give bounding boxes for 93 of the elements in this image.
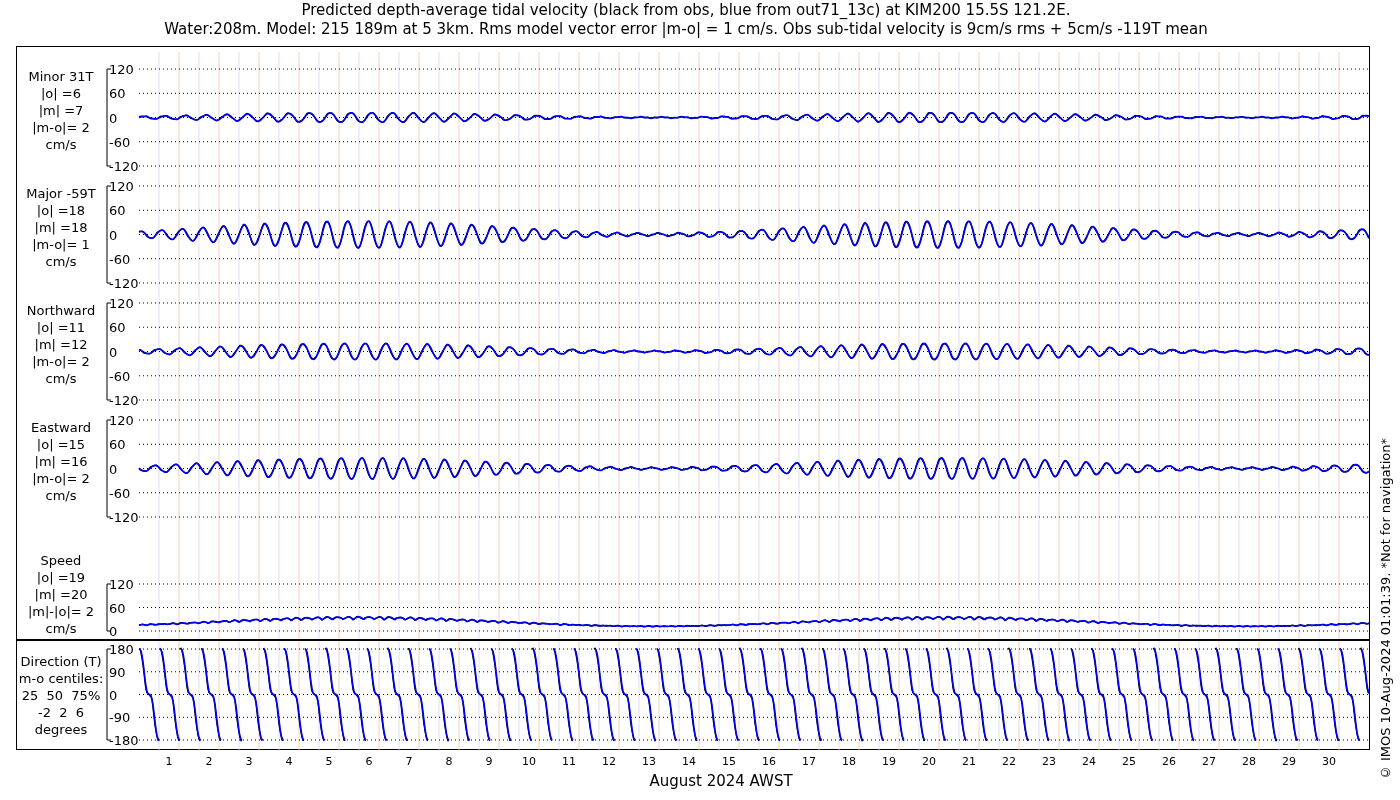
panel-label-line: m-o centiles: [18, 669, 104, 687]
y-tick-label: -90 [109, 710, 131, 726]
x-tick-label: 29 [1282, 755, 1296, 768]
y-tick-label: 90 [109, 664, 126, 680]
panel-label-line: Northward [26, 302, 96, 319]
x-tick-label: 13 [642, 755, 656, 768]
panel-label-line: Minor 31T [28, 68, 94, 85]
panel-label-line: Major -59T [26, 185, 96, 202]
x-tick-label: 6 [365, 755, 373, 768]
y-tick-label: 120 [109, 577, 134, 592]
x-tick-label: 23 [1042, 755, 1056, 768]
x-tick-label: 8 [445, 755, 453, 768]
panel-label-line: -2 2 6 [37, 703, 84, 721]
y-tick-label: 0 [109, 687, 118, 703]
panel-label-line: Eastward [31, 419, 91, 436]
panel-label-line: cm/s [45, 136, 77, 153]
panel-label-line: |o| =18 [36, 202, 86, 219]
x-tick-label: 21 [962, 755, 976, 768]
x-tick-label: 20 [922, 755, 936, 768]
y-tick-label: 180 [109, 642, 134, 657]
y-tick-label: 120 [109, 296, 134, 311]
chart-title: Water:208m. Model: 215 189m at 5 3km. Rms model vector error |m-o| = 1 cm/s. Obs sub-tidal velocity is 9cm/s rms + 5cm/s -119T mean [164, 20, 1208, 39]
x-tick-label: 15 [722, 755, 736, 768]
y-tick-label: 0 [109, 227, 118, 243]
x-tick-label: 24 [1082, 755, 1096, 768]
panel-label-line: |o| =11 [36, 319, 86, 336]
y-tick-label: 120 [109, 413, 134, 428]
panel-label-line: |m| =7 [38, 102, 84, 119]
y-tick-label: -60 [109, 485, 131, 501]
x-tick-label: 30 [1322, 755, 1336, 768]
y-tick-label: -120 [109, 159, 139, 174]
y-tick-label: 60 [109, 203, 126, 219]
panel-label-line: degrees [34, 720, 88, 738]
y-tick-label: 0 [109, 344, 118, 360]
x-tick-label: 22 [1002, 755, 1016, 768]
x-tick-label: 1 [165, 755, 173, 768]
x-tick-label: 9 [485, 755, 493, 768]
panel-label-line: |o| =15 [36, 436, 86, 453]
y-tick-label: -120 [109, 393, 139, 408]
x-tick-label: 28 [1242, 755, 1256, 768]
panel-label-line: cm/s [45, 370, 77, 387]
x-tick-label: 14 [682, 755, 696, 768]
panel-label-line: cm/s [45, 620, 77, 637]
panel-label-line: |o| =19 [36, 569, 86, 586]
panel-label-line: |m| =20 [34, 586, 88, 603]
x-tick-label: 25 [1122, 755, 1136, 768]
x-tick-label: 10 [522, 755, 536, 768]
y-tick-label: -120 [109, 510, 139, 525]
x-tick-label: 27 [1202, 755, 1216, 768]
x-tick-label: 7 [405, 755, 413, 768]
y-tick-label: -180 [109, 733, 139, 748]
panel-label-line: |m-o|= 1 [32, 236, 90, 253]
copyright-note: © IMOS 10-Aug-2024 01:01:39. *Not for navigation* [1377, 437, 1395, 780]
y-tick-label: 120 [109, 62, 134, 77]
y-tick-label: 60 [109, 320, 126, 336]
y-tick-label: -120 [109, 276, 139, 291]
chart-title: Predicted depth-average tidal velocity (black from obs, blue from out71_13c) at KIM200 15.5S 121.2E. [301, 1, 1071, 20]
x-tick-label: 17 [802, 755, 816, 768]
y-tick-label: -60 [109, 251, 131, 267]
y-tick-label: 60 [109, 437, 126, 453]
y-tick-label: 0 [109, 461, 118, 477]
panel-label-line: cm/s [45, 253, 77, 270]
y-tick-label: -60 [109, 368, 131, 384]
y-tick-label: -60 [109, 134, 131, 150]
panel-label-line: 25 50 75% [21, 686, 101, 704]
x-tick-label: 4 [285, 755, 293, 768]
panel-label-line: |m|-|o|= 2 [27, 603, 95, 620]
panel-label-line: |m-o|= 2 [32, 470, 90, 487]
panel-label-line: cm/s [45, 487, 77, 504]
panel-label-line: |m-o|= 2 [32, 353, 90, 370]
x-tick-label: 11 [562, 755, 576, 768]
x-tick-label: 3 [245, 755, 253, 768]
x-tick-label: 19 [882, 755, 896, 768]
panel-label-line: |m| =16 [34, 453, 88, 470]
x-tick-label: 16 [762, 755, 776, 768]
x-tick-label: 2 [205, 755, 213, 768]
x-axis-label: August 2024 AWST [649, 772, 793, 790]
panel-label-line: Speed [40, 552, 82, 569]
panel-label-line: |m| =18 [34, 219, 88, 236]
x-tick-label: 18 [842, 755, 856, 768]
panel-label-line: |m-o|= 2 [32, 119, 90, 136]
panel-label-line: |o| =6 [41, 85, 81, 102]
y-tick-label: 60 [109, 600, 126, 616]
y-tick-label: 0 [109, 110, 118, 126]
y-tick-label: 120 [109, 179, 134, 194]
panel-label-line: Direction (T) [20, 652, 102, 670]
panel-label-line: |m| =12 [34, 336, 88, 353]
y-tick-label: 0 [109, 624, 118, 639]
x-tick-label: 12 [602, 755, 616, 768]
x-tick-label: 26 [1162, 755, 1176, 768]
x-tick-label: 5 [325, 755, 333, 768]
y-axis-line [106, 583, 112, 632]
y-tick-label: 60 [109, 86, 126, 102]
